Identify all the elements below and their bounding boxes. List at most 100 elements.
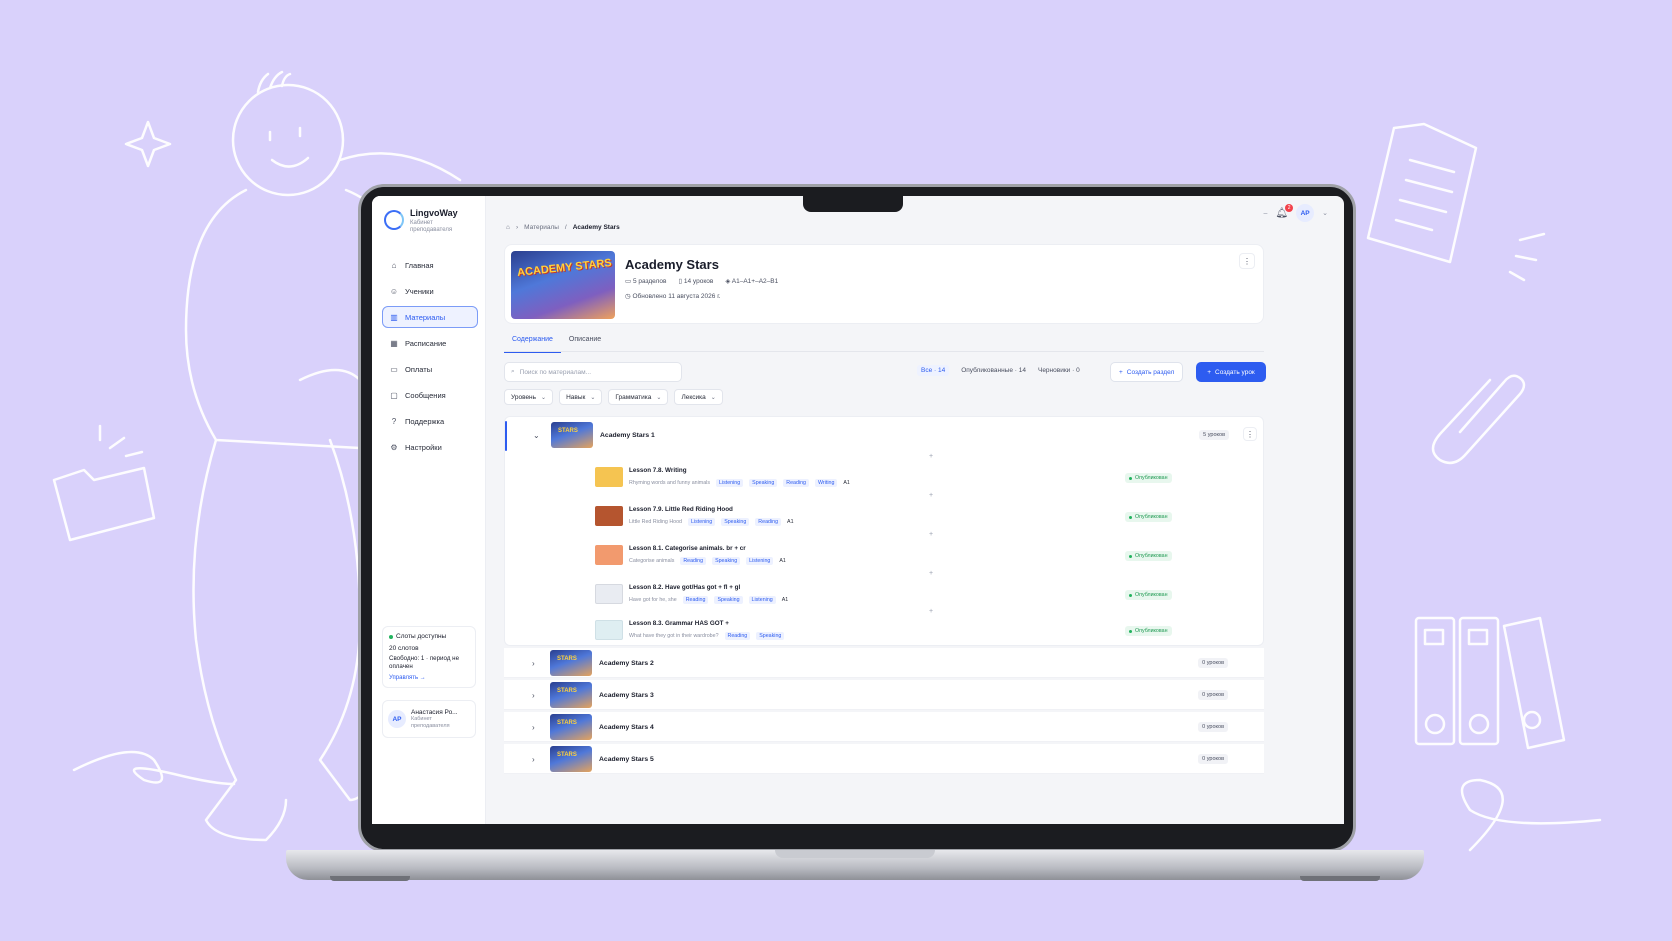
camera-notch: [803, 190, 903, 212]
notifications-button[interactable]: 🔔︎ 2: [1275, 203, 1294, 219]
skill-tag: Reading: [783, 479, 809, 487]
sidebar-item-label: Ученики: [405, 286, 434, 296]
section-count: 0 уроков: [1198, 690, 1228, 700]
more-options-button[interactable]: ⋮: [1239, 253, 1255, 269]
skill-tag: Speaking: [712, 557, 741, 565]
section-row[interactable]: › Academy Stars 3 0 уроков: [504, 680, 1264, 710]
section-row[interactable]: › Academy Stars 5 0 уроков: [504, 744, 1264, 774]
breadcrumb-current: Academy Stars: [572, 224, 620, 231]
sidebar: LingvoWay Кабинет преподавателя ⌂ Главна…: [372, 196, 486, 824]
status-badge: Опубликован: [1125, 551, 1172, 561]
course-meta: ▭ 5 разделов ▯ 14 уроков ◈ A1–A1+–A2–B1: [625, 277, 778, 285]
section-more-button[interactable]: ⋮: [1243, 427, 1257, 441]
message-icon: ▢: [390, 390, 398, 400]
user-card[interactable]: АР Анастасия Ро... Кабинет преподавателя: [382, 700, 476, 738]
lesson-thumbnail: [595, 620, 623, 640]
skill-tag: Speaking: [749, 479, 778, 487]
users-icon: ☺: [389, 286, 399, 296]
chevron-right-icon[interactable]: ›: [532, 691, 535, 700]
section-thumbnail: [550, 746, 592, 772]
search-box: ⌕: [504, 362, 682, 382]
skill-tag: Listening: [746, 557, 774, 565]
chevron-right-icon[interactable]: ›: [532, 723, 535, 732]
collapse-icon[interactable]: –: [1264, 210, 1268, 217]
sidebar-item-materials[interactable]: ▥ Материалы: [382, 306, 478, 328]
avatar[interactable]: АР: [1296, 204, 1315, 222]
list-item[interactable]: Lesson 8.2. Have got/Has got + fl + gl H…: [591, 580, 1251, 610]
insert-plus-icon[interactable]: +: [929, 531, 933, 538]
lesson-meta: Have got for he, she Reading Speaking Li…: [629, 596, 788, 604]
counter-all[interactable]: Все · 14: [917, 365, 950, 376]
filter-vocabulary[interactable]: Лексика ⌄: [674, 389, 723, 405]
button-label: Создать урок: [1215, 368, 1255, 376]
lessons-count: ▯ 14 уроков: [678, 278, 714, 285]
sidebar-item-messages[interactable]: ▢ Сообщения: [382, 384, 478, 406]
list-item[interactable]: Lesson 7.8. Writing Rhyming words and fu…: [591, 463, 1251, 493]
lesson-subtitle: Categorise animals: [629, 558, 675, 564]
user-role: Кабинет преподавателя: [411, 715, 450, 729]
section-row[interactable]: › Academy Stars 4 0 уроков: [504, 712, 1264, 742]
chevron-right-icon[interactable]: ›: [532, 755, 535, 764]
chevron-down-icon: ⌄: [656, 394, 662, 401]
more-icon: ⋮: [1243, 256, 1251, 266]
insert-plus-icon[interactable]: +: [929, 570, 933, 577]
brand[interactable]: LingvoWay Кабинет преподавателя: [384, 208, 464, 234]
filter-level[interactable]: Уровень ⌄: [504, 389, 554, 405]
status-badge: Опубликован: [1125, 473, 1172, 483]
sidebar-item-label: Сообщения: [405, 390, 446, 400]
plus-icon: +: [1119, 368, 1123, 376]
section-thumbnail: [550, 682, 592, 708]
insert-plus-icon[interactable]: +: [929, 453, 933, 460]
sidebar-item-label: Оплаты: [405, 364, 433, 374]
sections-count: ▭ 5 разделов: [625, 278, 667, 285]
filter-grammar[interactable]: Грамматика ⌄: [608, 389, 669, 405]
laptop-foot: [1300, 876, 1380, 881]
section-title: Academy Stars 2: [599, 659, 654, 667]
search-input[interactable]: [519, 368, 670, 376]
list-item[interactable]: Lesson 8.1. Categorise animals. br + cr …: [591, 541, 1251, 571]
user-name: Анастасия Ро...: [411, 708, 458, 716]
counter-drafts[interactable]: Черновики · 0: [1038, 367, 1080, 376]
sidebar-item-schedule[interactable]: ▦ Расписание: [382, 332, 478, 354]
sidebar-item-settings[interactable]: ⚙ Настройки: [382, 436, 478, 458]
chevron-down-icon: ⌄: [541, 394, 547, 401]
sidebar-item-support[interactable]: ? Поддержка: [382, 410, 478, 432]
lesson-thumbnail: [595, 467, 623, 487]
filter-counters: Все · 14 Опубликованные · 14 Черновики ·…: [917, 365, 1080, 376]
skill-tag: Speaking: [721, 518, 750, 526]
calendar-icon: ▦: [390, 338, 398, 348]
slots-free: Свободно: 1 · период не оплачен: [389, 655, 460, 670]
insert-plus-icon[interactable]: +: [929, 492, 933, 499]
chevron-right-icon[interactable]: ›: [532, 659, 535, 668]
avatar: АР: [388, 710, 406, 728]
sidebar-item-students[interactable]: ☺ Ученики: [382, 280, 478, 302]
list-item[interactable]: Lesson 7.9. Little Red Riding Hood Littl…: [591, 502, 1251, 532]
home-icon[interactable]: ⌂: [506, 224, 510, 231]
manage-slots-link[interactable]: Управлять →: [389, 675, 469, 681]
skill-tag: Listening: [715, 479, 744, 487]
section-header[interactable]: ⌄ Academy Stars 1 5 уроков ⋮: [505, 420, 1265, 450]
chevron-down-icon[interactable]: ⌄: [533, 431, 540, 440]
section-title: Academy Stars 1: [600, 431, 655, 439]
list-item[interactable]: Lesson 8.3. Grammar HAS GOT + What have …: [591, 616, 1251, 646]
skill-tag: Listening: [748, 596, 776, 604]
level-tag: A1: [781, 597, 789, 603]
section-row[interactable]: › Academy Stars 2 0 уроков: [504, 648, 1264, 678]
lesson-thumbnail: [595, 506, 623, 526]
breadcrumb-parent[interactable]: Материалы: [524, 224, 559, 231]
lesson-meta: Little Red Riding Hood Listening Speakin…: [629, 518, 794, 526]
filter-skill[interactable]: Навык ⌄: [559, 389, 603, 405]
create-section-button[interactable]: + Создать раздел: [1110, 362, 1184, 382]
level-tag: A1: [779, 558, 786, 564]
create-lesson-button[interactable]: + Создать урок: [1196, 362, 1266, 382]
insert-plus-icon[interactable]: +: [929, 608, 933, 615]
filters: Уровень ⌄ Навык ⌄ Грамматика ⌄ Лексика ⌄: [504, 389, 723, 405]
chevron-down-icon[interactable]: ⌄: [1322, 209, 1328, 217]
sidebar-item-home[interactable]: ⌂ Главная: [382, 254, 478, 276]
chevron-right-icon: ›: [515, 224, 519, 231]
chevron-down-icon: ⌄: [590, 394, 596, 401]
section-title: Academy Stars 5: [599, 755, 654, 763]
counter-published[interactable]: Опубликованные · 14: [961, 367, 1026, 376]
sidebar-item-payments[interactable]: ▭ Оплаты: [382, 358, 478, 380]
brand-name: LingvoWay: [410, 208, 458, 218]
